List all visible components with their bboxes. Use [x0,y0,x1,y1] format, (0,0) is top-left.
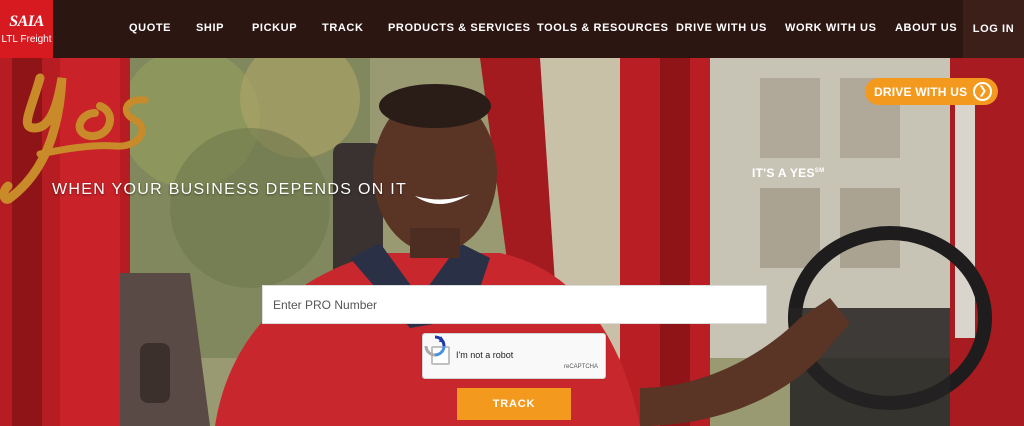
recaptcha-widget: I'm not a robot reCAPTCHA [422,333,606,379]
saia-logo[interactable]: SAIA LTL Freight [0,0,53,58]
nav-item-pickup[interactable]: PICKUP [252,22,297,34]
login-button[interactable]: LOG IN [963,0,1024,58]
its-a-yes-text: IT'S A YESSM [752,166,825,180]
nav-menu: QUOTE SHIP PICKUP TRACK PRODUCTS & SERVI… [53,0,1024,58]
drive-badge-label: DRIVE WITH US [874,84,968,99]
track-button[interactable]: TRACK [457,388,571,420]
yes-script-graphic [0,73,149,204]
logo-wordmark: SAIA [9,12,44,30]
nav-item-products-services[interactable]: PRODUCTS & SERVICES [388,22,531,34]
recaptcha-brand: reCAPTCHA [564,364,599,370]
nav-item-about-us[interactable]: ABOUT US [895,22,957,34]
nav-item-quote[interactable]: QUOTE [129,22,171,34]
chevron-right-icon: ❯ [973,82,993,101]
hero-banner: WHEN YOUR BUSINESS DEPENDS ON IT IT'S A … [0,58,1024,426]
pro-number-input[interactable] [262,285,767,324]
nav-item-track[interactable]: TRACK [322,22,364,34]
drive-with-us-badge[interactable]: DRIVE WITH US ❯ [865,78,999,105]
recaptcha-icon [424,335,446,357]
nav-item-work-with-us[interactable]: WORK WITH US [785,22,877,34]
recaptcha-label: I'm not a robot [456,350,514,360]
top-nav: SAIA LTL Freight QUOTE SHIP PICKUP TRACK… [0,0,1024,58]
nav-item-drive-with-us[interactable]: DRIVE WITH US [676,22,767,34]
nav-item-tools-resources[interactable]: TOOLS & RESOURCES [537,22,669,34]
logo-subtitle: LTL Freight [1,33,52,45]
nav-item-ship[interactable]: SHIP [196,22,224,34]
